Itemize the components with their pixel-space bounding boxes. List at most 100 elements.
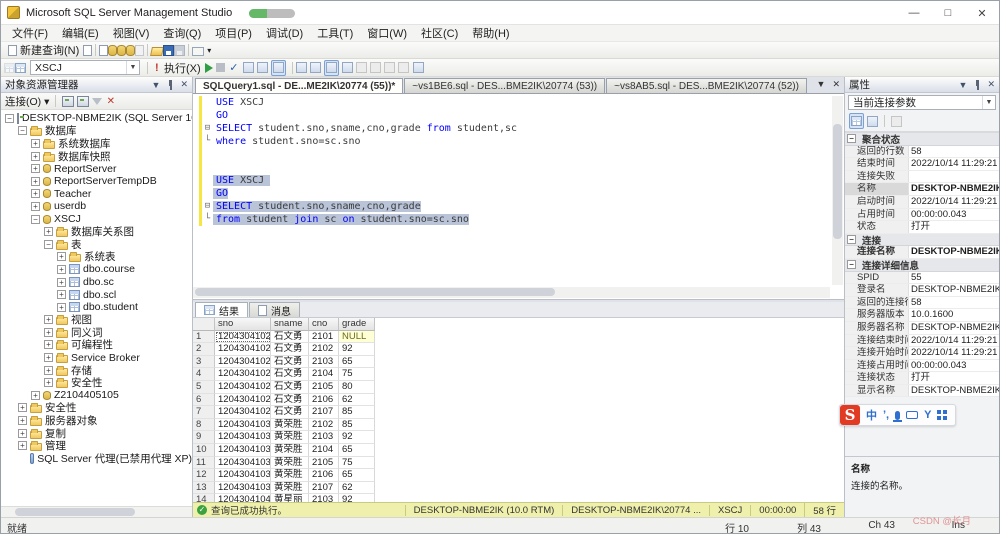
grid-cell[interactable]: 2102 — [309, 419, 339, 432]
property-value[interactable]: DESKTOP-NBME2IK — [909, 385, 999, 397]
grid-cell[interactable]: 石文勇 — [271, 343, 309, 356]
document-tab-2[interactable]: ~vs8AB5.sql - DES...BME2IK\20774 (52)) — [606, 78, 807, 93]
fold-marker-icon[interactable]: ⊟ — [202, 201, 213, 212]
results-tab-1[interactable]: 消息 — [249, 302, 300, 317]
grid-cell[interactable]: 2104 — [309, 444, 339, 457]
ime-pen-icon[interactable]: ’, — [883, 409, 889, 421]
grid-cell[interactable]: 1204304102 — [215, 343, 271, 356]
property-value[interactable]: 2022/10/14 11:29:21 — [909, 196, 999, 208]
results-to-file-icon[interactable] — [342, 62, 353, 73]
row-number[interactable]: 11 — [193, 457, 215, 470]
editor-hscrollbar[interactable] — [193, 287, 830, 298]
menu-item-3[interactable]: 查询(Q) — [156, 24, 208, 42]
grid-cell[interactable]: 石文勇 — [271, 331, 309, 344]
row-number[interactable]: 4 — [193, 368, 215, 381]
menu-item-1[interactable]: 编辑(E) — [55, 24, 106, 42]
uncomment-disabled-icon[interactable] — [370, 62, 381, 73]
column-header-sno[interactable]: sno — [215, 318, 271, 331]
row-number[interactable]: 10 — [193, 444, 215, 457]
code-line-1[interactable]: USE XSCJ — [193, 96, 830, 109]
indent-disabled-icon[interactable] — [384, 62, 395, 73]
parse-check-icon[interactable]: ✓ — [228, 62, 240, 74]
page-new-icon[interactable] — [99, 45, 108, 56]
active-files-dropdown-icon[interactable]: ▼ — [817, 79, 826, 90]
client-stats-icon[interactable] — [296, 62, 307, 73]
grid-corner[interactable] — [193, 318, 215, 331]
tree-expander-icon[interactable]: + — [31, 164, 40, 173]
panel-close-icon[interactable]: ✕ — [180, 79, 188, 90]
grid-cell[interactable]: 石文勇 — [271, 368, 309, 381]
results-tab-0[interactable]: 结果 — [195, 302, 248, 317]
grid-cell[interactable]: 62 — [339, 394, 375, 407]
database-attach-icon[interactable] — [108, 45, 117, 56]
tree-expander-icon[interactable]: + — [44, 227, 53, 236]
show-estimated-plan-boxed-box[interactable] — [271, 60, 286, 76]
row-number[interactable]: 1 — [193, 331, 215, 344]
grid-cell[interactable]: 92 — [339, 494, 375, 502]
grid-cell[interactable]: 1204304102 — [215, 368, 271, 381]
code-line-6[interactable] — [193, 161, 830, 174]
menu-item-7[interactable]: 窗口(W) — [360, 24, 414, 42]
grid-cell[interactable]: 1204304103 — [215, 419, 271, 432]
new-query-button[interactable]: 新建查询(N) — [4, 41, 83, 59]
code-line-5[interactable] — [193, 148, 830, 161]
grid-cell[interactable]: 2102 — [309, 343, 339, 356]
comment-disabled-icon[interactable] — [356, 62, 367, 73]
tree-node-22[interactable]: +Z2104405105 — [1, 389, 192, 402]
tree-expander-icon[interactable]: + — [31, 391, 40, 400]
filter-funnel-icon[interactable] — [92, 98, 102, 105]
property-row[interactable]: 返回的行数58 — [845, 146, 999, 159]
row-number[interactable]: 14 — [193, 494, 215, 502]
row-number[interactable]: 13 — [193, 482, 215, 495]
property-row[interactable]: 连接开始时间2022/10/14 11:29:21 — [845, 347, 999, 360]
page-disabled-icon[interactable] — [135, 45, 144, 56]
tree-node-25[interactable]: +复制 — [1, 427, 192, 440]
available-databases-icon[interactable] — [4, 63, 15, 73]
grid-cell[interactable]: 65 — [339, 469, 375, 482]
menu-item-0[interactable]: 文件(F) — [5, 24, 55, 42]
tree-expander-icon[interactable]: + — [57, 265, 66, 274]
tree-expander-icon[interactable]: + — [31, 139, 40, 148]
code-line-8[interactable]: GO — [193, 187, 830, 200]
server-disconnect-icon[interactable] — [77, 96, 89, 107]
grid-cell[interactable]: 黄荣胜 — [271, 444, 309, 457]
row-number[interactable]: 9 — [193, 431, 215, 444]
properties-object-combo[interactable]: 当前连接参数 ▼ — [848, 95, 996, 110]
minimize-button[interactable]: — — [897, 1, 931, 25]
grid-cell[interactable]: 2106 — [309, 469, 339, 482]
grid-cell[interactable]: 1204304102 — [215, 406, 271, 419]
document-tab-0[interactable]: SQLQuery1.sql - DE...ME2IK\20774 (55))* — [195, 78, 403, 93]
property-value[interactable]: 10.0.1600 — [909, 309, 999, 321]
tree-expander-icon[interactable]: + — [44, 378, 53, 387]
grid-cell[interactable]: 石文勇 — [271, 381, 309, 394]
auto-hide-pin-icon[interactable] — [166, 79, 174, 91]
tree-expander-icon[interactable]: − — [31, 215, 40, 224]
grid-cell[interactable]: 石文勇 — [271, 394, 309, 407]
property-value[interactable]: DESKTOP-NBME2IK — [909, 246, 999, 258]
tree-expander-icon[interactable]: + — [31, 177, 40, 186]
save-icon[interactable] — [163, 45, 174, 56]
tree-node-0[interactable]: −DESKTOP-NBME2IK (SQL Server 10.0.160 — [1, 112, 192, 125]
property-value[interactable]: DESKTOP-NBME2IK — [909, 322, 999, 334]
property-row[interactable]: 服务器版本10.0.1600 — [845, 309, 999, 322]
show-estimated-plan-boxed-icon[interactable] — [273, 62, 284, 73]
grid-cell[interactable]: 黄荣胜 — [271, 469, 309, 482]
code-line-10[interactable]: └from student join sc on student.sno=sc.… — [193, 213, 830, 226]
grid-cell[interactable]: 2103 — [309, 356, 339, 369]
grid-cell[interactable]: 石文勇 — [271, 406, 309, 419]
menu-item-4[interactable]: 项目(P) — [208, 24, 259, 42]
database-restore-icon[interactable] — [117, 45, 126, 56]
code-line-9[interactable]: ⊟SELECT student.sno,sname,cno,grade — [193, 200, 830, 213]
tree-expander-icon[interactable]: + — [44, 353, 53, 362]
grid-cell[interactable]: 1204304103 — [215, 482, 271, 495]
maximize-button[interactable]: □ — [931, 1, 965, 25]
tree-expander-icon[interactable]: + — [44, 340, 53, 349]
editor-vscrollbar[interactable] — [832, 96, 843, 285]
column-header-cno[interactable]: cno — [309, 318, 339, 331]
grid-cell[interactable]: 黄荣胜 — [271, 431, 309, 444]
grid-cell[interactable]: 1204304104 — [215, 494, 271, 502]
property-row[interactable]: 名称DESKTOP-NBME2IK — [845, 183, 999, 196]
tree-node-12[interactable]: +dbo.course — [1, 263, 192, 276]
properties-pin-icon[interactable] — [973, 79, 981, 91]
grid-cell[interactable]: 1204304102 — [215, 381, 271, 394]
